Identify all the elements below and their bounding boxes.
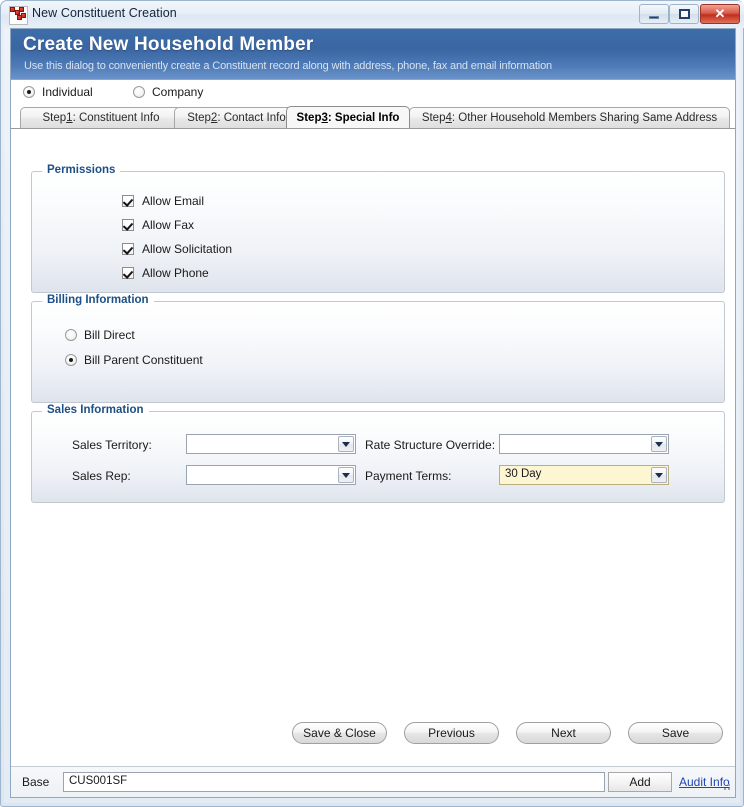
tab-step-1-constituent-info[interactable]: Step 1: Constituent Info [20,107,182,128]
minimize-button[interactable] [639,4,669,24]
radio-bill-parent-constituent[interactable]: Bill Parent Constituent [65,353,203,367]
entity-type-radio-group: Individual Company [11,80,735,106]
window-title: New Constituent Creation [32,6,177,20]
checkbox-allow-email[interactable]: Allow Email [122,194,204,208]
tab-3-suffix: : Other Household Members Sharing Same A… [451,112,718,124]
allow-email-checkbox-indicator [122,195,134,207]
sales-information-group: Sales Information Sales Territory: Sales… [31,404,725,503]
dialog-body: Create New Household Member Use this dia… [10,28,736,798]
tab-step-3-special-info[interactable]: Step 3: Special Info [286,106,410,128]
sales-rep-label: Sales Rep: [72,469,131,483]
tab-0-prefix: Step [42,112,67,124]
allow-email-label: Allow Email [142,194,205,208]
payment-terms-label: Payment Terms: [365,469,452,483]
allow-fax-label: Allow Fax [142,218,195,232]
save-button[interactable]: Save [628,722,723,744]
base-code-input[interactable]: CUS001SF [63,772,605,792]
bill-direct-radio-indicator [65,329,77,341]
chevron-down-icon[interactable] [651,436,667,452]
tab-0-suffix: : Constituent Info [72,112,160,124]
dialog-header-banner: Create New Household Member Use this dia… [11,29,735,80]
save-and-close-button[interactable]: Save & Close [292,722,387,744]
status-bar: Base CUS001SF Add Audit Info [11,766,735,797]
billing-information-group: Billing Information Bill Direct Bill Par… [31,294,725,403]
page-subtitle: Use this dialog to conveniently create a… [24,60,553,72]
radio-individual-label: Individual [42,85,93,99]
title-bar: New Constituent Creation ✕ [1,1,744,28]
tab-1-prefix: Step [187,112,211,124]
rate-structure-override-label: Rate Structure Override: [365,438,496,452]
sales-territory-label: Sales Territory: [72,438,152,452]
add-button[interactable]: Add [608,772,672,792]
radio-individual-indicator [23,86,35,98]
bill-parent-radio-indicator [65,354,77,366]
billing-group-title: Billing Information [42,294,154,306]
tab-2-prefix: Step [296,111,322,124]
allow-phone-checkbox-indicator [122,267,134,279]
radio-company-label: Company [152,85,204,99]
application-window: New Constituent Creation ✕ Create New Ho… [0,0,744,807]
permissions-group-title: Permissions [42,164,121,176]
chevron-down-icon[interactable] [651,467,667,483]
sales-territory-combobox[interactable] [186,434,356,454]
radio-bill-direct[interactable]: Bill Direct [65,328,135,342]
tab-strip: Step 1: Constituent Info Step 2: Contact… [11,106,735,128]
tab-1-suffix: : Contact Info [217,112,286,124]
radio-company-indicator [133,86,145,98]
close-icon: ✕ [714,6,726,21]
resize-grip-icon[interactable] [720,782,732,794]
tab-step-4-other-household-members[interactable]: Step 4: Other Household Members Sharing … [409,107,730,128]
tab-step-2-contact-info[interactable]: Step 2: Contact Info [174,107,299,128]
allow-solicitation-checkbox-indicator [122,243,134,255]
rate-structure-override-combobox[interactable] [499,434,669,454]
app-document-icon [9,6,28,25]
tab-2-suffix: : Special Info [327,111,400,124]
tab-page-special-info: Permissions Allow Email Allow Fax Allow … [11,128,735,788]
allow-solicitation-label: Allow Solicitation [142,242,233,256]
maximize-icon [670,5,698,23]
page-title: Create New Household Member [23,34,314,55]
base-label: Base [22,775,50,789]
bill-parent-label: Bill Parent Constituent [84,353,203,367]
allow-fax-checkbox-indicator [122,219,134,231]
bill-direct-label: Bill Direct [84,328,135,342]
payment-terms-value: 30 Day [505,468,542,480]
radio-individual[interactable]: Individual [23,85,93,99]
chevron-down-icon[interactable] [338,467,354,483]
chevron-down-icon[interactable] [338,436,354,452]
checkbox-allow-solicitation[interactable]: Allow Solicitation [122,242,232,256]
sales-rep-combobox[interactable] [186,465,356,485]
next-button[interactable]: Next [516,722,611,744]
tab-3-prefix: Step [421,112,446,124]
maximize-button[interactable] [669,4,699,24]
checkbox-allow-phone[interactable]: Allow Phone [122,266,209,280]
radio-company[interactable]: Company [133,85,203,99]
checkbox-allow-fax[interactable]: Allow Fax [122,218,194,232]
sales-group-title: Sales Information [42,404,149,416]
close-button[interactable]: ✕ [700,4,740,24]
minimize-icon [640,5,668,23]
base-code-value: CUS001SF [69,775,128,787]
allow-phone-label: Allow Phone [142,266,209,280]
permissions-group: Permissions Allow Email Allow Fax Allow … [31,164,725,293]
previous-button[interactable]: Previous [404,722,499,744]
payment-terms-combobox[interactable]: 30 Day [499,465,669,485]
